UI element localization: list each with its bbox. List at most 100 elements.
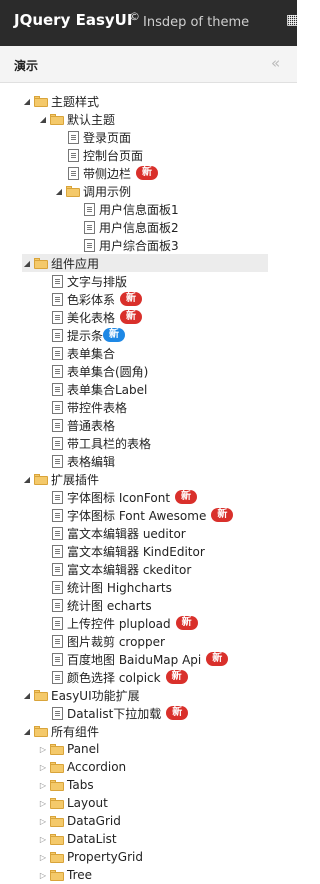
tree-node-label: 富文本编辑器 KindEditor (67, 544, 205, 559)
tree-node-label: 扩展插件 (51, 472, 100, 487)
expand-right-icon[interactable]: ▷ (38, 744, 48, 754)
expand-down-icon[interactable]: ◢ (22, 96, 32, 106)
folder-icon (50, 869, 64, 881)
tree-item[interactable]: 富文本编辑器 ueditor (50, 524, 186, 542)
tree-folder[interactable]: ▷ DataList (38, 830, 117, 848)
tree-item[interactable]: 色彩体系新 (50, 290, 143, 308)
tree-folder[interactable]: ▷ DataGrid (38, 812, 121, 830)
tree-folder[interactable]: ▷ Panel (38, 740, 99, 758)
folder-icon (50, 779, 64, 791)
folder-open-icon (34, 257, 48, 269)
tree-node-label: 带工具栏的表格 (67, 436, 152, 451)
tree-node-label: 提示条 (67, 328, 104, 343)
tree-node-label: 登录页面 (83, 130, 132, 145)
tree-node-label: 字体图标 Font Awesome (67, 508, 207, 523)
expand-right-icon[interactable]: ▷ (38, 762, 48, 772)
tree-item[interactable]: 带控件表格 (50, 398, 127, 416)
tree-folder[interactable]: ◢ 主题样式 (22, 92, 99, 110)
tree-folder[interactable]: ◢ 默认主题 (38, 110, 115, 128)
tree-node-label: 颜色选择 colpick (67, 670, 161, 685)
tree-item[interactable]: 统计图 echarts (50, 596, 152, 614)
expand-down-icon[interactable]: ◢ (22, 690, 32, 700)
folder-icon (50, 761, 64, 773)
tree-item[interactable]: 控制台页面 (66, 146, 143, 164)
tree-item[interactable]: 文字与排版 (50, 272, 127, 290)
tree-item[interactable]: 颜色选择 colpick 新 (50, 668, 188, 686)
file-icon (52, 364, 63, 378)
expand-right-icon[interactable]: ▷ (38, 780, 48, 790)
tree-item[interactable]: 用户综合面板3 (82, 236, 179, 254)
tree-item[interactable]: 统计图 Highcharts (50, 578, 172, 596)
tree-node-label: PropertyGrid (67, 850, 143, 864)
tree-item[interactable]: 普通表格 (50, 416, 115, 434)
expand-down-icon[interactable]: ◢ (22, 258, 32, 268)
tree-node-label: 表单集合(圆角) (67, 364, 149, 379)
expand-right-icon[interactable]: ▷ (38, 834, 48, 844)
tree-item[interactable]: 带侧边栏新 (66, 164, 159, 182)
tree-item[interactable]: 带工具栏的表格 (50, 434, 151, 452)
tree-folder[interactable]: ◢ 所有组件 (22, 722, 99, 740)
expand-right-icon[interactable]: ▷ (38, 798, 48, 808)
collapse-icon[interactable]: « (271, 54, 280, 72)
tree-node-label: 组件应用 (51, 256, 100, 271)
tree-folder[interactable]: ▷ Layout (38, 794, 108, 812)
top-bar: JQuery EasyUI © Insdep of theme ▦ (0, 0, 299, 46)
tree-folder[interactable]: ◢ 扩展插件 (22, 470, 99, 488)
tree-item[interactable]: Datalist下拉加载新 (50, 704, 189, 722)
expand-down-icon[interactable]: ◢ (22, 474, 32, 484)
tree-item[interactable]: 字体图标 Font Awesome 新 (50, 506, 234, 524)
tree-folder[interactable]: ◢ 调用示例 (54, 182, 131, 200)
file-icon (52, 346, 63, 360)
tree-item[interactable]: 表单集合 (50, 344, 115, 362)
new-badge: 新 (175, 490, 198, 504)
tree-item[interactable]: 登录页面 (66, 128, 131, 146)
tree-node-label: 调用示例 (83, 184, 132, 199)
file-icon (52, 706, 63, 720)
tree-folder[interactable]: ▷ Tree (38, 866, 92, 884)
tree-node-label: 默认主题 (67, 112, 116, 127)
tree-node-label: 文字与排版 (67, 274, 128, 289)
new-badge: 新 (136, 166, 159, 180)
grid-icon[interactable]: ▦ (286, 12, 299, 28)
tree-node-label: 图片裁剪 cropper (67, 634, 165, 649)
tree-node-label: 带控件表格 (67, 400, 128, 415)
tree-item[interactable]: 百度地图 BaiduMap Api 新 (50, 650, 229, 668)
expand-down-icon[interactable]: ◢ (38, 114, 48, 124)
file-icon (52, 436, 63, 450)
tree-folder[interactable]: ◢ 组件应用 (22, 254, 268, 272)
expand-right-icon[interactable]: ▷ (38, 870, 48, 880)
file-icon (52, 544, 63, 558)
tree-node-label: 统计图 echarts (67, 598, 152, 613)
tree-item[interactable]: 上传控件 plupload 新 (50, 614, 198, 632)
file-icon (52, 652, 63, 666)
new-badge: 新 (120, 310, 143, 324)
folder-icon (50, 743, 64, 755)
expand-down-icon[interactable]: ◢ (54, 186, 64, 196)
tree-item[interactable]: 美化表格新 (50, 308, 143, 326)
tree-node-label: 所有组件 (51, 724, 100, 739)
tree-node-label: 字体图标 IconFont (67, 490, 171, 505)
tree-node-label: 统计图 Highcharts (67, 580, 172, 595)
tree-folder[interactable]: ◢ EasyUI功能扩展 (22, 686, 140, 704)
tree-item[interactable]: 用户信息面板1 (82, 200, 179, 218)
tree-item[interactable]: 表单集合Label (50, 380, 147, 398)
tree-item[interactable]: 表格编辑 (50, 452, 115, 470)
tree-item[interactable]: 表单集合(圆角) (50, 362, 148, 380)
tree-item[interactable]: 提示条新 (50, 326, 126, 344)
tree-item[interactable]: 富文本编辑器 ckeditor (50, 560, 191, 578)
tree-node-label: Layout (67, 796, 108, 810)
tree-item[interactable]: 图片裁剪 cropper (50, 632, 165, 650)
folder-open-icon (66, 185, 80, 197)
expand-right-icon[interactable]: ▷ (38, 852, 48, 862)
tree-folder[interactable]: ▷ PropertyGrid (38, 848, 143, 866)
expand-right-icon[interactable]: ▷ (38, 816, 48, 826)
new-badge: 新 (206, 652, 229, 666)
tree-folder[interactable]: ▷ Tabs (38, 776, 94, 794)
tree-folder[interactable]: ▷ Accordion (38, 758, 126, 776)
tree-node-label: 主题样式 (51, 94, 100, 109)
tree-item[interactable]: 字体图标 IconFont 新 (50, 488, 198, 506)
folder-icon (50, 797, 64, 809)
tree-item[interactable]: 用户信息面板2 (82, 218, 179, 236)
tree-item[interactable]: 富文本编辑器 KindEditor (50, 542, 205, 560)
expand-down-icon[interactable]: ◢ (22, 726, 32, 736)
